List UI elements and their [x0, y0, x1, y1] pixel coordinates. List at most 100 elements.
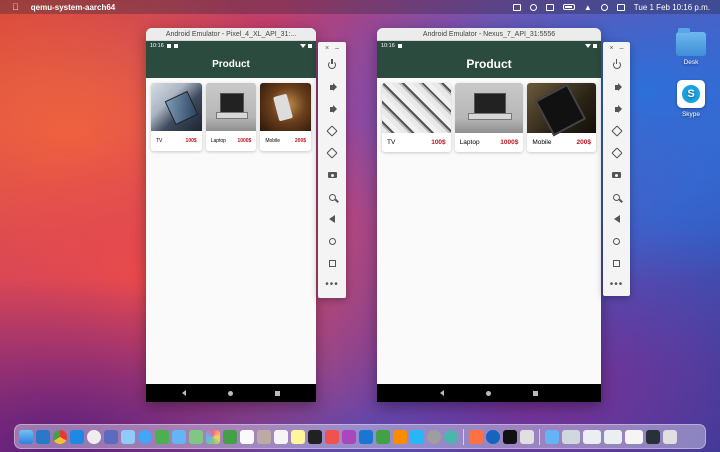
- word-icon[interactable]: [486, 429, 500, 444]
- git-icon[interactable]: [520, 429, 534, 444]
- product-image: [454, 83, 524, 133]
- nav-back-icon[interactable]: [440, 390, 444, 396]
- product-card[interactable]: Mobile 200$: [260, 83, 312, 151]
- home-button[interactable]: [607, 230, 627, 252]
- volume-up-button[interactable]: [607, 76, 627, 98]
- music-icon[interactable]: [325, 429, 339, 444]
- product-card[interactable]: TV 100$: [151, 83, 202, 151]
- power-button[interactable]: [607, 54, 627, 76]
- safari-icon[interactable]: [87, 429, 101, 444]
- window-thumb-icon[interactable]: [562, 429, 580, 444]
- overview-button[interactable]: [322, 252, 342, 274]
- control-center-icon[interactable]: [616, 3, 625, 11]
- search-icon[interactable]: [600, 3, 608, 11]
- window-thumb-icon[interactable]: [646, 429, 660, 444]
- zoom-button[interactable]: [607, 186, 627, 208]
- appstore-icon[interactable]: [70, 429, 84, 444]
- toolbar-close-button[interactable]: ×: [610, 45, 614, 52]
- back-button[interactable]: [322, 208, 342, 230]
- product-name: Mobile: [265, 138, 281, 144]
- rotate-right-button[interactable]: [322, 142, 342, 164]
- terminal-icon[interactable]: [503, 429, 517, 444]
- more-button[interactable]: •••: [607, 274, 627, 296]
- menu-extra-icon[interactable]: [529, 3, 537, 11]
- screenshot-button[interactable]: [607, 164, 627, 186]
- keynote-icon[interactable]: [359, 429, 373, 444]
- menu-extra-icon[interactable]: [512, 3, 521, 11]
- notes-icon[interactable]: [291, 429, 305, 444]
- overview-button[interactable]: [607, 252, 627, 274]
- nav-home-icon[interactable]: [486, 390, 491, 396]
- photos-icon[interactable]: [206, 429, 220, 444]
- overview-icon: [328, 259, 336, 267]
- toolbar-minimize-button[interactable]: –: [335, 45, 339, 52]
- settings-icon[interactable]: [427, 429, 441, 444]
- chrome-icon[interactable]: [53, 429, 67, 444]
- maps-icon[interactable]: [189, 429, 203, 444]
- contacts-icon[interactable]: [257, 429, 271, 444]
- nav-back-icon[interactable]: [182, 390, 186, 396]
- volume-up-button[interactable]: [322, 76, 342, 98]
- home-button[interactable]: [322, 230, 342, 252]
- menu-extra-icon[interactable]: [545, 3, 554, 11]
- desktop-icon-desk[interactable]: Desk: [676, 28, 706, 66]
- window-title[interactable]: Android Emulator - Nexus_7_API_31:5556: [377, 28, 601, 41]
- product-card[interactable]: Laptop 1000$: [454, 83, 524, 152]
- nav-home-icon[interactable]: [228, 390, 233, 396]
- numbers-icon[interactable]: [376, 429, 390, 444]
- window-title[interactable]: Android Emulator - Pixel_4_XL_API_31:...: [146, 28, 316, 41]
- menu-app-name[interactable]: qemu-system-aarch64: [31, 3, 115, 12]
- facetime-icon[interactable]: [223, 429, 237, 444]
- back-button[interactable]: [607, 208, 627, 230]
- pages-icon[interactable]: [393, 429, 407, 444]
- product-card[interactable]: Laptop 1000$: [205, 83, 257, 151]
- wifi-icon[interactable]: ▲: [584, 3, 592, 12]
- more-button[interactable]: •••: [322, 274, 342, 296]
- appstore-store-icon[interactable]: [410, 429, 424, 444]
- product-card[interactable]: TV 100$: [382, 83, 451, 152]
- volume-down-button[interactable]: [322, 98, 342, 120]
- product-card[interactable]: Mobile 200$: [527, 83, 597, 152]
- nav-recents-icon[interactable]: [533, 390, 538, 396]
- mail-icon[interactable]: [172, 429, 186, 444]
- calendar-icon[interactable]: [240, 429, 254, 444]
- vscode-icon[interactable]: [36, 429, 50, 444]
- product-image: [151, 83, 202, 131]
- rotate-left-button[interactable]: [322, 120, 342, 142]
- podcasts-icon[interactable]: [342, 429, 356, 444]
- swift-icon[interactable]: [469, 429, 483, 444]
- window-thumb-icon[interactable]: [625, 429, 643, 444]
- safari-compass-icon[interactable]: [138, 429, 152, 444]
- trash-icon[interactable]: [663, 429, 677, 444]
- camera-icon: [612, 172, 621, 178]
- product-price: 200$: [294, 138, 307, 144]
- volume-down-button[interactable]: [607, 98, 627, 120]
- app-title: Product: [212, 58, 250, 70]
- product-name: TV: [387, 139, 396, 146]
- tv-icon[interactable]: [308, 429, 322, 444]
- toolbar-close-button[interactable]: ×: [325, 45, 329, 52]
- window-thumb-icon[interactable]: [604, 429, 622, 444]
- product-price: 200$: [576, 139, 592, 146]
- reminders-icon[interactable]: [274, 429, 288, 444]
- power-button[interactable]: [322, 54, 342, 76]
- downloads-folder-icon[interactable]: [545, 429, 559, 444]
- finder-icon[interactable]: [19, 429, 33, 444]
- camera-icon: [327, 172, 337, 178]
- xcode-icon[interactable]: [121, 429, 135, 444]
- launchpad-icon[interactable]: [104, 429, 118, 444]
- zoom-button[interactable]: [322, 186, 342, 208]
- window-thumb-icon[interactable]: [583, 429, 601, 444]
- battery-icon[interactable]: [562, 4, 575, 10]
- messages-icon[interactable]: [155, 429, 169, 444]
- toolbar-minimize-button[interactable]: –: [620, 45, 624, 52]
- rotate-left-button[interactable]: [607, 120, 627, 142]
- android-studio-icon[interactable]: [444, 429, 458, 444]
- status-clock: 10:16: [150, 42, 164, 49]
- menu-clock[interactable]: Tue 1 Feb 10:16 p.m.: [634, 3, 710, 12]
- nav-recents-icon[interactable]: [275, 390, 280, 396]
- desktop-icon-skype[interactable]: S Skype: [677, 80, 705, 118]
- screenshot-button[interactable]: [322, 164, 342, 186]
- rotate-right-button[interactable]: [607, 142, 627, 164]
- apple-menu-icon[interactable]: : [12, 2, 19, 12]
